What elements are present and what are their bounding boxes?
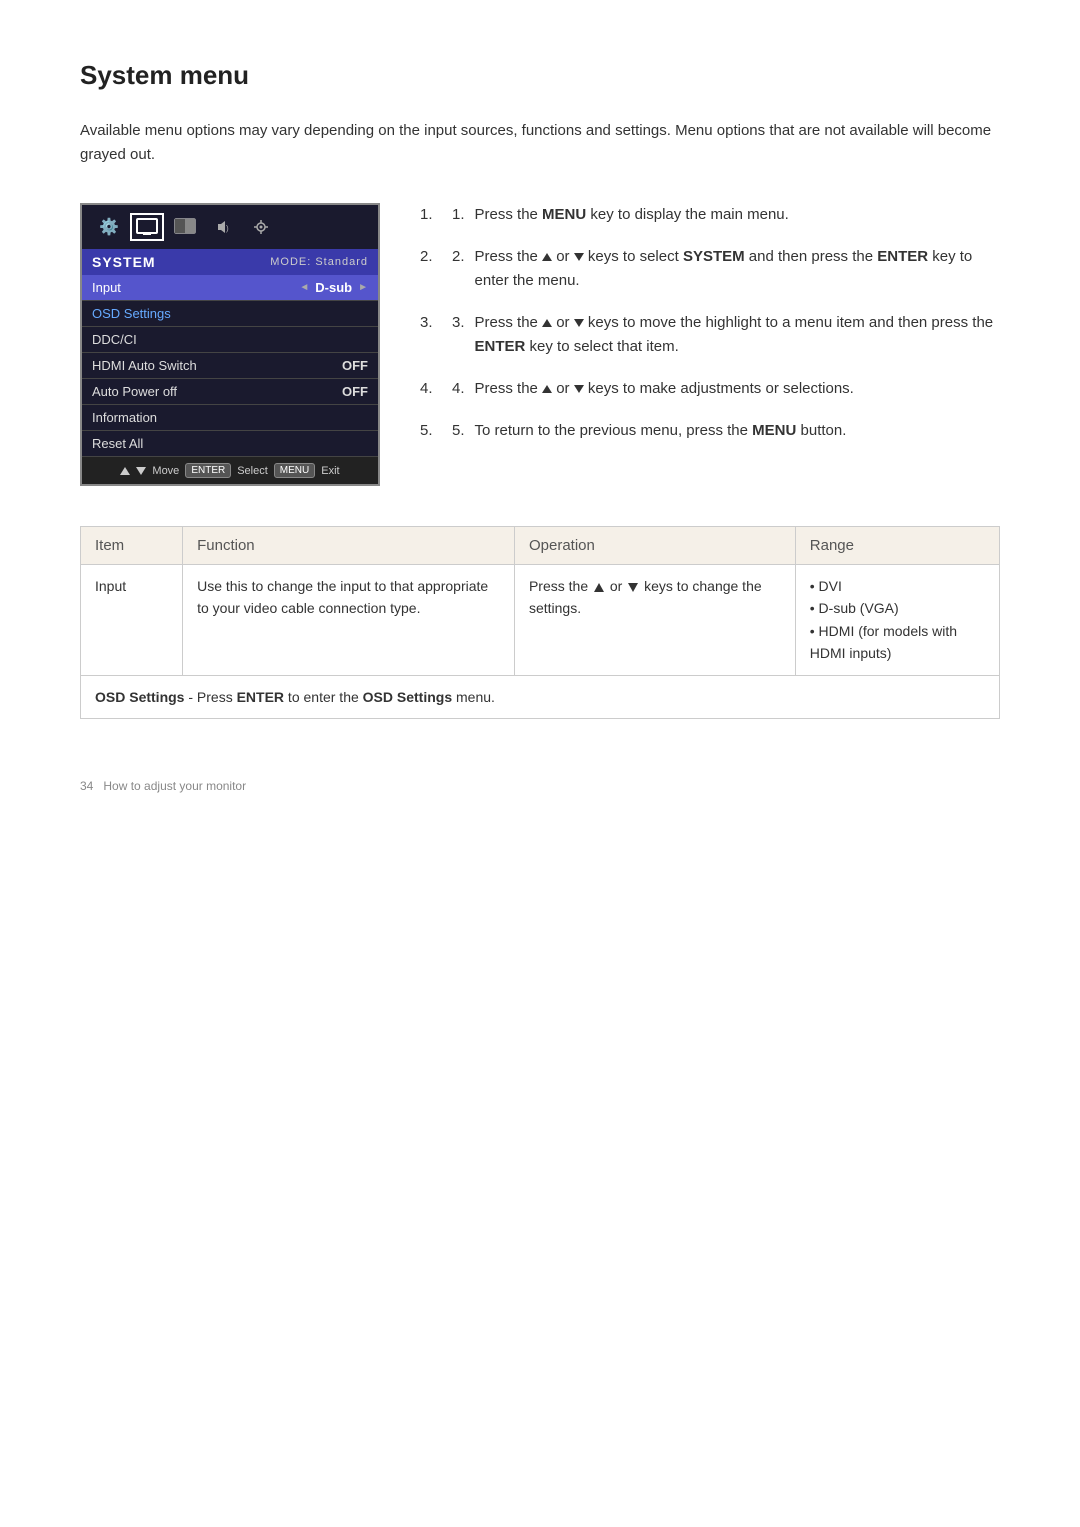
osd-system-label: SYSTEM bbox=[92, 254, 156, 270]
step-3-text: Press the or keys to move the highlight … bbox=[475, 311, 1000, 359]
osd-mode-label: MODE: Standard bbox=[270, 256, 368, 268]
info-table: Item Function Operation Range Input Use … bbox=[80, 526, 1000, 719]
content-area: ⚙️ ) bbox=[80, 203, 1000, 486]
osd-ddc-label: DDC/CI bbox=[92, 332, 137, 347]
intro-paragraph: Available menu options may vary dependin… bbox=[80, 119, 1000, 167]
col-header-range: Range bbox=[795, 527, 999, 565]
osd-row-osd-settings: OSD Settings bbox=[82, 301, 378, 327]
menu-key-label: MENU bbox=[274, 463, 315, 478]
osd-auto-power-value: OFF bbox=[342, 384, 368, 399]
table-cell-item-input: Input bbox=[81, 565, 183, 676]
osd-row-ddc: DDC/CI bbox=[82, 327, 378, 353]
step-4-text: Press the or keys to make adjustments or… bbox=[475, 377, 854, 401]
osd-icon-display bbox=[130, 213, 164, 241]
step-1-text: Press the MENU key to display the main m… bbox=[475, 203, 789, 227]
step-2-text: Press the or keys to select SYSTEM and t… bbox=[475, 245, 1000, 293]
svg-text:): ) bbox=[226, 224, 229, 233]
osd-settings-label: OSD Settings bbox=[92, 306, 171, 321]
osd-move-label: Move bbox=[152, 465, 179, 477]
step-1-number: 1. bbox=[452, 203, 465, 227]
osd-hdmi-switch-label: HDMI Auto Switch bbox=[92, 358, 197, 373]
osd-icon-picture bbox=[168, 213, 202, 241]
up-arrow-icon bbox=[120, 467, 130, 475]
osd-icon-row: ⚙️ ) bbox=[82, 205, 378, 249]
osd-information-label: Information bbox=[92, 410, 157, 425]
table-cell-osd-settings-note: OSD Settings - Press ENTER to enter the … bbox=[81, 675, 1000, 718]
step-5: 5. To return to the previous menu, press… bbox=[420, 419, 1000, 443]
step-5-number: 5. bbox=[452, 419, 465, 443]
down-arrow-icon bbox=[136, 467, 146, 475]
table-cell-range-input: • DVI • D-sub (VGA) • HDMI (for models w… bbox=[795, 565, 999, 676]
footer-page-label: How to adjust your monitor bbox=[103, 779, 246, 793]
enter-key-label: ENTER bbox=[185, 463, 231, 478]
osd-row-information: Information bbox=[82, 405, 378, 431]
osd-icon-sound: ) bbox=[206, 213, 240, 241]
table-row-input: Input Use this to change the input to th… bbox=[81, 565, 1000, 676]
osd-reset-label: Reset All bbox=[92, 436, 143, 451]
step-5-text: To return to the previous menu, press th… bbox=[475, 419, 847, 443]
osd-input-value: ◄ D-sub ► bbox=[299, 280, 368, 295]
osd-settings-note-text: OSD Settings - Press ENTER to enter the … bbox=[95, 689, 495, 705]
footer-page-number: 34 bbox=[80, 779, 93, 793]
col-header-function: Function bbox=[183, 527, 515, 565]
step-4: 4. Press the or keys to make adjustments… bbox=[420, 377, 1000, 401]
step-3: 3. Press the or keys to move the highlig… bbox=[420, 311, 1000, 359]
osd-icon-system bbox=[244, 213, 278, 241]
col-header-item: Item bbox=[81, 527, 183, 565]
step-1: 1. Press the MENU key to display the mai… bbox=[420, 203, 1000, 227]
step-3-number: 3. bbox=[452, 311, 465, 359]
step-2-number: 2. bbox=[452, 245, 465, 293]
table-row-osd-settings: OSD Settings - Press ENTER to enter the … bbox=[81, 675, 1000, 718]
steps-list: 1. Press the MENU key to display the mai… bbox=[420, 203, 1000, 443]
col-header-operation: Operation bbox=[514, 527, 795, 565]
step-2: 2. Press the or keys to select SYSTEM an… bbox=[420, 245, 1000, 293]
osd-row-input: Input ◄ D-sub ► bbox=[82, 275, 378, 301]
osd-row-reset-all: Reset All bbox=[82, 431, 378, 457]
table-cell-operation-input: Press the or keys to change the settings… bbox=[514, 565, 795, 676]
osd-input-label: Input bbox=[92, 280, 121, 295]
osd-icon-settings: ⚙️ bbox=[92, 213, 126, 241]
osd-footer: Move ENTER Select MENU Exit bbox=[82, 457, 378, 484]
table-header-row: Item Function Operation Range bbox=[81, 527, 1000, 565]
osd-exit-label: Exit bbox=[321, 465, 339, 477]
osd-row-hdmi-switch: HDMI Auto Switch OFF bbox=[82, 353, 378, 379]
osd-row-auto-power: Auto Power off OFF bbox=[82, 379, 378, 405]
osd-auto-power-label: Auto Power off bbox=[92, 384, 177, 399]
osd-menu-screenshot: ⚙️ ) bbox=[80, 203, 380, 486]
step-4-number: 4. bbox=[452, 377, 465, 401]
page-title: System menu bbox=[80, 60, 1000, 91]
instructions-section: 1. Press the MENU key to display the mai… bbox=[420, 203, 1000, 486]
osd-hdmi-switch-value: OFF bbox=[342, 358, 368, 373]
table-cell-function-input: Use this to change the input to that app… bbox=[183, 565, 515, 676]
footer-note: 34 How to adjust your monitor bbox=[80, 779, 1000, 793]
osd-select-label: Select bbox=[237, 465, 268, 477]
osd-header: SYSTEM MODE: Standard bbox=[82, 249, 378, 275]
